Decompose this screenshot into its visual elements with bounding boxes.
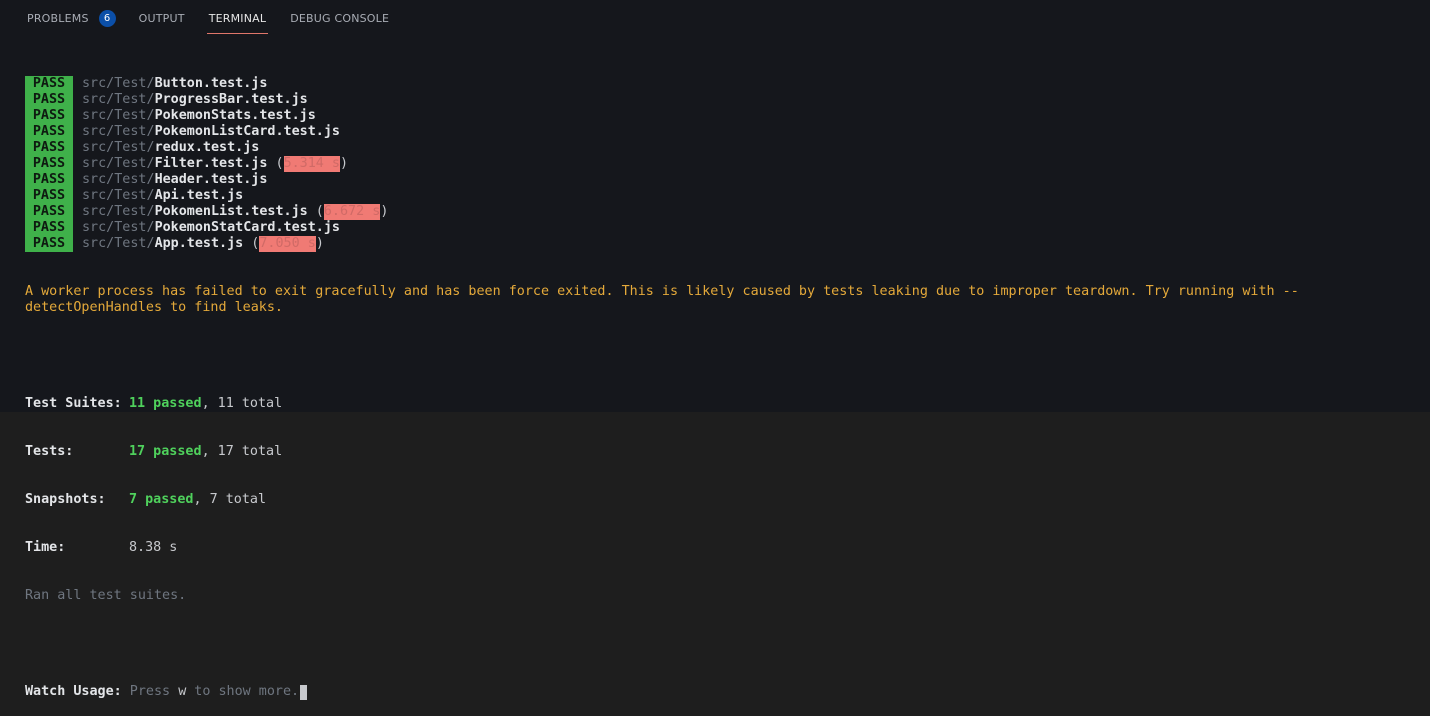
pass-badge: PASS: [25, 92, 73, 108]
tab-debug-console-label: DEBUG CONSOLE: [290, 11, 390, 25]
test-file-name: PokemonStats.test.js: [154, 108, 316, 123]
summary-suites-label: Test Suites:: [25, 396, 122, 411]
test-result-row: PASS src/Test/ProgressBar.test.js: [25, 92, 1415, 108]
summary-snapshots: Snapshots: 7 passed, 7 total: [25, 492, 1415, 508]
pass-badge: PASS: [25, 156, 73, 172]
time-open-paren: (: [243, 236, 260, 251]
summary-suites-total: , 11 total: [201, 396, 283, 411]
summary-tests: Tests: 17 passed, 17 total: [25, 444, 1415, 460]
watch-usage-label: Watch Usage:: [25, 684, 122, 699]
test-file-name: redux.test.js: [154, 140, 260, 155]
summary-snapshots-label: Snapshots:: [25, 492, 106, 507]
test-file-name: Api.test.js: [154, 188, 244, 203]
pass-badge: PASS: [25, 124, 73, 140]
slow-test-time: 5.314 s: [283, 156, 340, 172]
test-file-dir: src/Test/: [82, 220, 155, 235]
test-file-dir: src/Test/: [82, 204, 155, 219]
test-results-list: PASS src/Test/Button.test.js PASS src/Test/…: [25, 76, 1415, 252]
tab-output-label: OUTPUT: [138, 11, 185, 25]
time-close-paren: ): [340, 156, 349, 171]
terminal-output[interactable]: PASS src/Test/Button.test.js PASS src/Test/…: [25, 44, 1415, 716]
summary-tests-total: , 17 total: [201, 444, 283, 459]
terminal-cursor: [300, 684, 308, 700]
test-result-row: PASS src/Test/PokomenList.test.js (6.672 …: [25, 204, 1415, 220]
test-file-dir: src/Test/: [82, 188, 155, 203]
summary-snapshots-total: , 7 total: [193, 492, 267, 507]
pass-badge: PASS: [25, 76, 73, 92]
test-file-name: Header.test.js: [154, 172, 268, 187]
test-result-row: PASS src/Test/PokemonStats.test.js: [25, 108, 1415, 124]
summary-tests-passed: 17 passed: [129, 444, 202, 459]
watch-key: w: [178, 684, 187, 699]
test-file-name: PokomenList.test.js: [154, 204, 308, 219]
time-open-paren: (: [267, 156, 284, 171]
worker-warning: A worker process has failed to exit grac…: [25, 284, 1299, 315]
test-file-dir: src/Test/: [82, 92, 155, 107]
time-open-paren: (: [307, 204, 324, 219]
pass-badge: PASS: [25, 204, 73, 220]
test-result-row: PASS src/Test/PokemonStatCard.test.js: [25, 220, 1415, 236]
summary-ran: Ran all test suites.: [25, 588, 187, 603]
test-file-dir: src/Test/: [82, 108, 155, 123]
test-file-dir: src/Test/: [82, 124, 155, 139]
summary-snapshots-passed: 7 passed: [129, 492, 194, 507]
slow-test-time: 7.050 s: [259, 236, 316, 252]
test-file-dir: src/Test/: [82, 172, 155, 187]
test-result-row: PASS src/Test/redux.test.js: [25, 140, 1415, 156]
tab-terminal[interactable]: TERMINAL: [206, 0, 268, 36]
test-file-name: PokemonListCard.test.js: [154, 124, 340, 139]
summary-suites: Test Suites: 11 passed, 11 total: [25, 396, 1415, 412]
watch-press-text: Press: [121, 684, 179, 699]
summary-time-value: 8.38 s: [129, 540, 178, 555]
test-file-dir: src/Test/: [82, 236, 155, 251]
test-file-dir: src/Test/: [82, 156, 155, 171]
tab-output[interactable]: OUTPUT: [139, 0, 185, 36]
pass-badge: PASS: [25, 140, 73, 156]
test-result-row: PASS src/Test/PokemonListCard.test.js: [25, 124, 1415, 140]
time-close-paren: ): [315, 236, 324, 251]
pass-badge: PASS: [25, 188, 73, 204]
test-file-dir: src/Test/: [82, 76, 155, 91]
test-result-row: PASS src/Test/Api.test.js: [25, 188, 1415, 204]
test-result-row: PASS src/Test/App.test.js (7.050 s): [25, 236, 1415, 252]
tab-debug-console[interactable]: DEBUG CONSOLE: [290, 0, 389, 36]
test-file-name: ProgressBar.test.js: [154, 92, 308, 107]
summary-tests-label: Tests:: [25, 444, 74, 459]
test-file-dir: src/Test/: [82, 140, 155, 155]
summary-time: Time: 8.38 s: [25, 540, 1415, 556]
tab-terminal-label: TERMINAL: [208, 11, 267, 25]
panel-tab-bar: PROBLEMS 6 OUTPUT TERMINAL DEBUG CONSOLE: [0, 0, 1430, 36]
slow-test-time: 6.672 s: [323, 204, 381, 220]
test-file-name: PokemonStatCard.test.js: [154, 220, 340, 235]
summary-time-label: Time:: [25, 540, 66, 555]
pass-badge: PASS: [25, 220, 73, 236]
problems-count-badge: 6: [98, 9, 116, 27]
test-result-row: PASS src/Test/Button.test.js: [25, 76, 1415, 92]
pass-badge: PASS: [25, 108, 73, 124]
summary-suites-passed: 11 passed: [129, 396, 202, 411]
test-file-name: App.test.js: [154, 236, 244, 251]
test-file-name: Button.test.js: [154, 76, 268, 91]
tab-problems-label: PROBLEMS: [27, 11, 89, 25]
test-result-row: PASS src/Test/Filter.test.js (5.314 s): [25, 156, 1415, 172]
pass-badge: PASS: [25, 172, 73, 188]
pass-badge: PASS: [25, 236, 73, 252]
test-file-name: Filter.test.js: [154, 156, 268, 171]
watch-usage: Watch Usage: Press w to show more.: [25, 684, 1415, 700]
time-close-paren: ): [380, 204, 389, 219]
tab-problems[interactable]: PROBLEMS 6: [27, 0, 116, 36]
test-result-row: PASS src/Test/Header.test.js: [25, 172, 1415, 188]
watch-rest-text: to show more.: [186, 684, 300, 699]
